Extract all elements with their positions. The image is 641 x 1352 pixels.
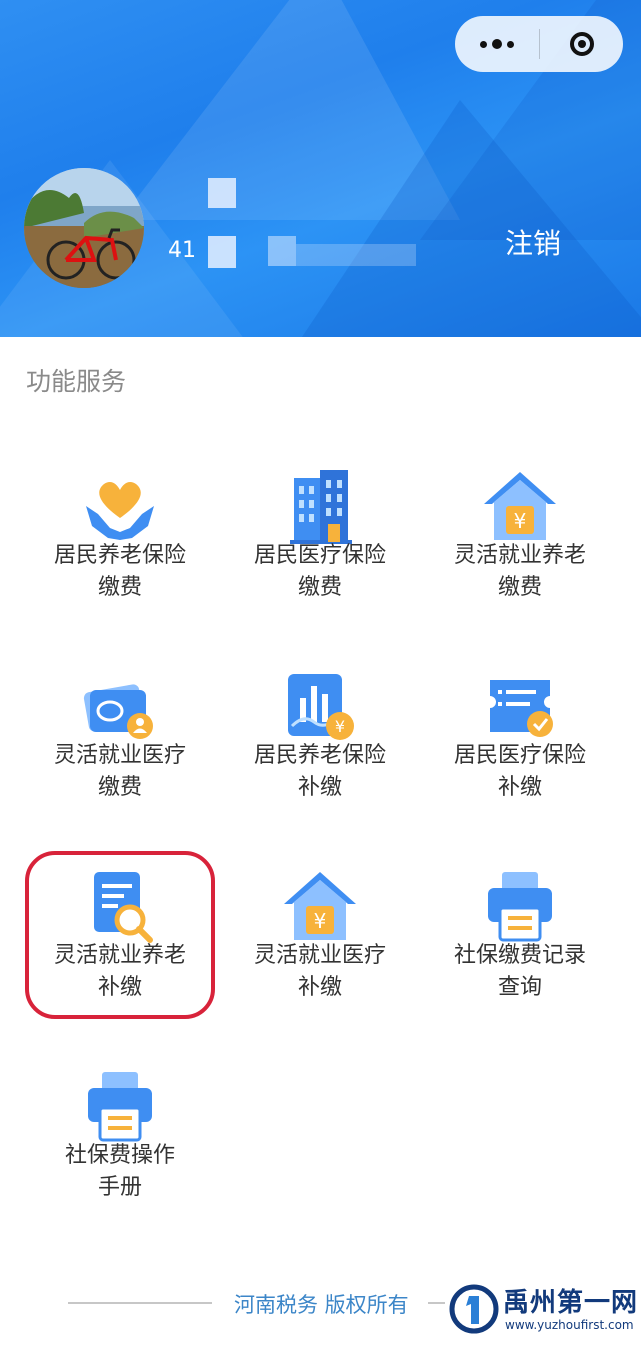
privacy-mask: [268, 236, 296, 266]
service-item[interactable]: 社保缴费记录 查询: [420, 850, 620, 1030]
service-item[interactable]: ¥ 灵活就业养老 缴费: [420, 450, 620, 630]
house-yen-icon: ¥: [284, 872, 356, 940]
svg-text:¥: ¥: [335, 717, 345, 736]
section-title: 功能服务: [26, 367, 127, 396]
watermark: 禹州第一网 www.yuzhoufirst.com: [445, 1278, 640, 1342]
footer-divider: [68, 1302, 212, 1304]
house-yen-icon: ¥: [484, 472, 556, 540]
logout-button[interactable]: 注销: [505, 222, 561, 262]
printer-icon: [88, 1072, 152, 1142]
header-banner: 41 注销: [0, 0, 641, 337]
watermark-name: 禹州第一网: [503, 1288, 639, 1318]
svg-text:¥: ¥: [514, 509, 527, 533]
heart-hands-icon: [86, 481, 154, 540]
user-id: 41: [168, 238, 196, 263]
footer-copyright: 河南税务 版权所有: [234, 1293, 409, 1317]
svg-text:¥: ¥: [314, 909, 327, 933]
mini-program-capsule: [455, 16, 623, 72]
printer-icon: [488, 872, 552, 942]
avatar[interactable]: [24, 168, 144, 288]
watermark-logo-icon: [449, 1284, 499, 1334]
circle-close-icon[interactable]: [540, 16, 623, 72]
card-user-icon: [83, 684, 153, 739]
service-item[interactable]: 社保费操作 手册: [20, 1050, 220, 1230]
service-item[interactable]: 灵活就业医疗 缴费: [20, 650, 220, 830]
privacy-mask: [208, 178, 236, 208]
service-item[interactable]: 居民医疗保险 补缴: [420, 650, 620, 830]
highlight-circle: [25, 851, 215, 1019]
service-item[interactable]: 居民养老保险 缴费: [20, 450, 220, 630]
service-item[interactable]: 居民医疗保险 缴费: [220, 450, 420, 630]
privacy-mask: [208, 236, 236, 268]
ticket-check-icon: [490, 680, 553, 737]
watermark-url: www.yuzhoufirst.com: [505, 1318, 634, 1332]
building-icon: [290, 470, 352, 544]
chart-yen-icon: ¥: [288, 674, 354, 740]
more-dots-icon[interactable]: [455, 16, 539, 72]
service-item[interactable]: ¥ 居民养老保险 补缴: [220, 650, 420, 830]
service-item[interactable]: ¥ 灵活就业医疗 补缴: [220, 850, 420, 1030]
privacy-mask: [296, 244, 416, 266]
